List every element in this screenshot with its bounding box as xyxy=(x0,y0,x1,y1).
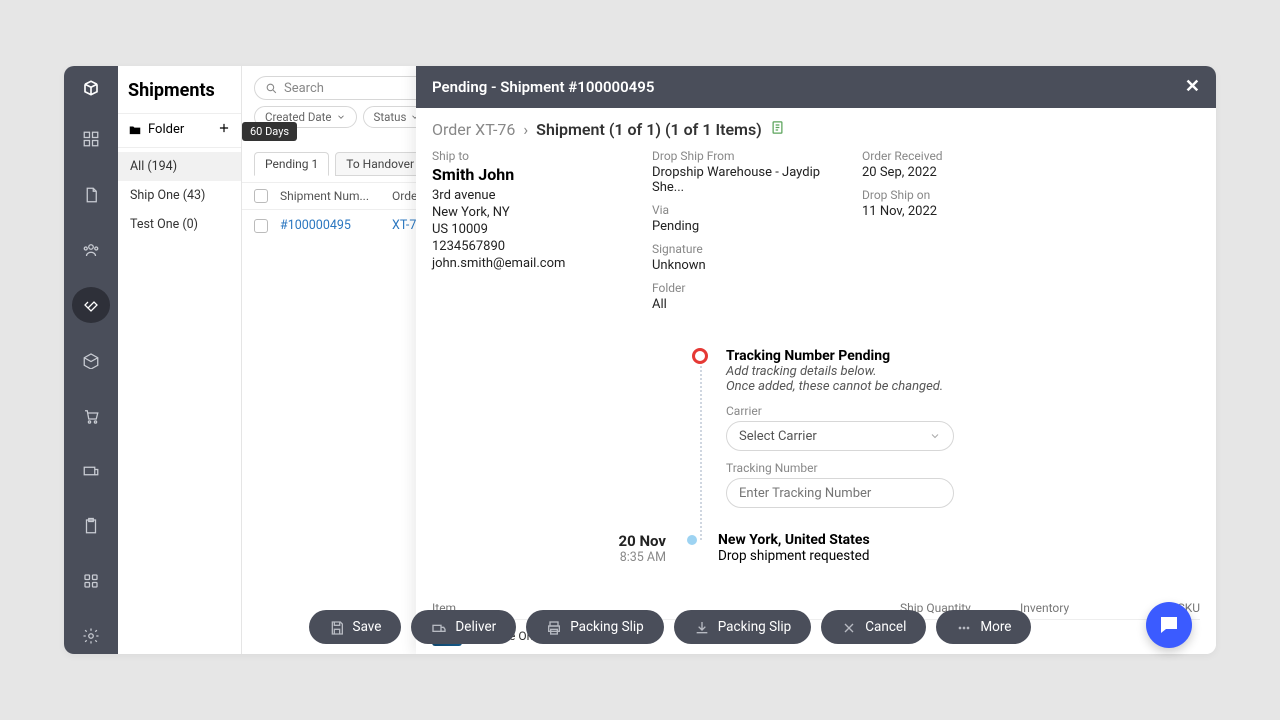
app-window: Shipments Folder All (194) Ship One (43)… xyxy=(64,66,1216,654)
date-range-badge: 60 Days xyxy=(242,122,297,141)
folder-item-test-one[interactable]: Test One (0) xyxy=(118,210,241,239)
nav-inventory-icon[interactable] xyxy=(72,343,110,378)
tab-pending[interactable]: Pending 1 xyxy=(254,152,329,176)
nav-rail xyxy=(64,66,118,654)
nav-dashboard-icon[interactable] xyxy=(72,122,110,157)
breadcrumb: Order XT-76 › Shipment (1 of 1) (1 of 1 … xyxy=(432,120,1200,139)
folders-sidebar: Shipments Folder All (194) Ship One (43)… xyxy=(118,66,242,654)
more-button[interactable]: More xyxy=(936,610,1031,644)
app-logo xyxy=(76,74,106,102)
folder-item-ship-one[interactable]: Ship One (43) xyxy=(118,181,241,210)
timeline-event-loc: New York, United States xyxy=(718,532,870,548)
panel-header: Pending - Shipment #100000495 ✕ xyxy=(416,66,1216,108)
nav-cart-icon[interactable] xyxy=(72,398,110,433)
nav-settings-icon[interactable] xyxy=(72,619,110,654)
carrier-select[interactable]: Select Carrier xyxy=(726,421,954,451)
nav-apps-icon[interactable] xyxy=(72,564,110,599)
nav-customers-icon[interactable] xyxy=(72,232,110,267)
nav-documents-icon[interactable] xyxy=(72,177,110,212)
ship-to-name: Smith John xyxy=(432,165,622,184)
chat-widget-button[interactable] xyxy=(1146,602,1192,648)
note-icon[interactable] xyxy=(770,120,785,139)
select-all-checkbox[interactable] xyxy=(254,189,268,203)
dropship-block: Drop Ship From Dropship Warehouse - Jayd… xyxy=(652,149,832,320)
print-packing-slip-button[interactable]: Packing Slip xyxy=(526,610,664,644)
shipment-detail-panel: Pending - Shipment #100000495 ✕ Order XT… xyxy=(416,66,1216,654)
timeline-dot-event-icon xyxy=(687,535,697,545)
panel-title: Pending - Shipment #100000495 xyxy=(432,78,654,96)
nav-shipments-icon[interactable] xyxy=(72,287,110,322)
shipment-link[interactable]: #100000495 xyxy=(280,218,380,233)
page-title: Shipments xyxy=(118,66,241,113)
search-input[interactable]: Search xyxy=(254,76,434,100)
timeline-dot-pending-icon xyxy=(692,348,708,364)
close-icon[interactable]: ✕ xyxy=(1185,78,1200,96)
folder-header-label: Folder xyxy=(128,122,184,137)
cancel-button[interactable]: Cancel xyxy=(821,610,926,644)
action-bar: Save Deliver Packing Slip Packing Slip C… xyxy=(244,610,1096,644)
nav-clipboard-icon[interactable] xyxy=(72,508,110,543)
timeline-timestamp: 20 Nov 8:35 AM xyxy=(576,532,666,565)
deliver-button[interactable]: Deliver xyxy=(411,610,516,644)
row-checkbox[interactable] xyxy=(254,219,268,233)
timeline-event-desc: Drop shipment requested xyxy=(718,548,870,564)
nav-returns-icon[interactable] xyxy=(72,453,110,488)
tracking-timeline: Tracking Number Pending Add tracking det… xyxy=(692,348,1200,565)
col-shipment: Shipment Num... xyxy=(280,189,380,203)
crumb-order[interactable]: Order XT-76 xyxy=(432,120,515,139)
save-button[interactable]: Save xyxy=(309,610,402,644)
folder-list: All (194) Ship One (43) Test One (0) xyxy=(118,148,241,243)
crumb-shipment: Shipment (1 of 1) (1 of 1 Items) xyxy=(536,120,762,139)
tracking-pending-title: Tracking Number Pending xyxy=(726,348,954,364)
add-folder-button[interactable] xyxy=(217,120,231,139)
folder-item-all[interactable]: All (194) xyxy=(118,152,241,181)
tracking-number-input[interactable] xyxy=(726,478,954,508)
chevron-right-icon: › xyxy=(523,120,528,139)
download-packing-slip-button[interactable]: Packing Slip xyxy=(674,610,812,644)
search-placeholder: Search xyxy=(284,81,324,96)
dates-block: Order Received 20 Sep, 2022 Drop Ship on… xyxy=(862,149,943,320)
ship-to-block: Ship to Smith John 3rd avenue New York, … xyxy=(432,149,622,320)
folder-header: Folder xyxy=(118,113,241,148)
